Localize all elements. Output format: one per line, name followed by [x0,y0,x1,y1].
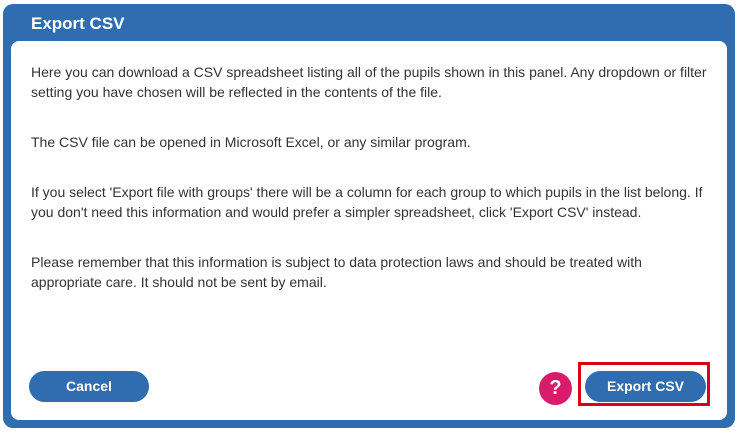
info-paragraph-groups: If you select 'Export file with groups' … [31,184,703,220]
info-paragraph-download: Here you can download a CSV spreadsheet … [31,64,707,100]
help-icon[interactable]: ? [539,372,572,405]
info-paragraph-excel: The CSV file can be opened in Microsoft … [31,134,471,150]
export-csv-button[interactable]: Export CSV [585,371,706,402]
export-csv-dialog: Export CSV Here you can download a CSV s… [3,4,735,428]
cancel-button[interactable]: Cancel [29,371,149,402]
dialog-title: Export CSV [31,14,125,33]
info-paragraph-data-protection: Please remember that this information is… [31,254,642,290]
dialog-body: Here you can download a CSV spreadsheet … [11,41,727,420]
dialog-content: Here you can download a CSV spreadsheet … [31,62,716,322]
